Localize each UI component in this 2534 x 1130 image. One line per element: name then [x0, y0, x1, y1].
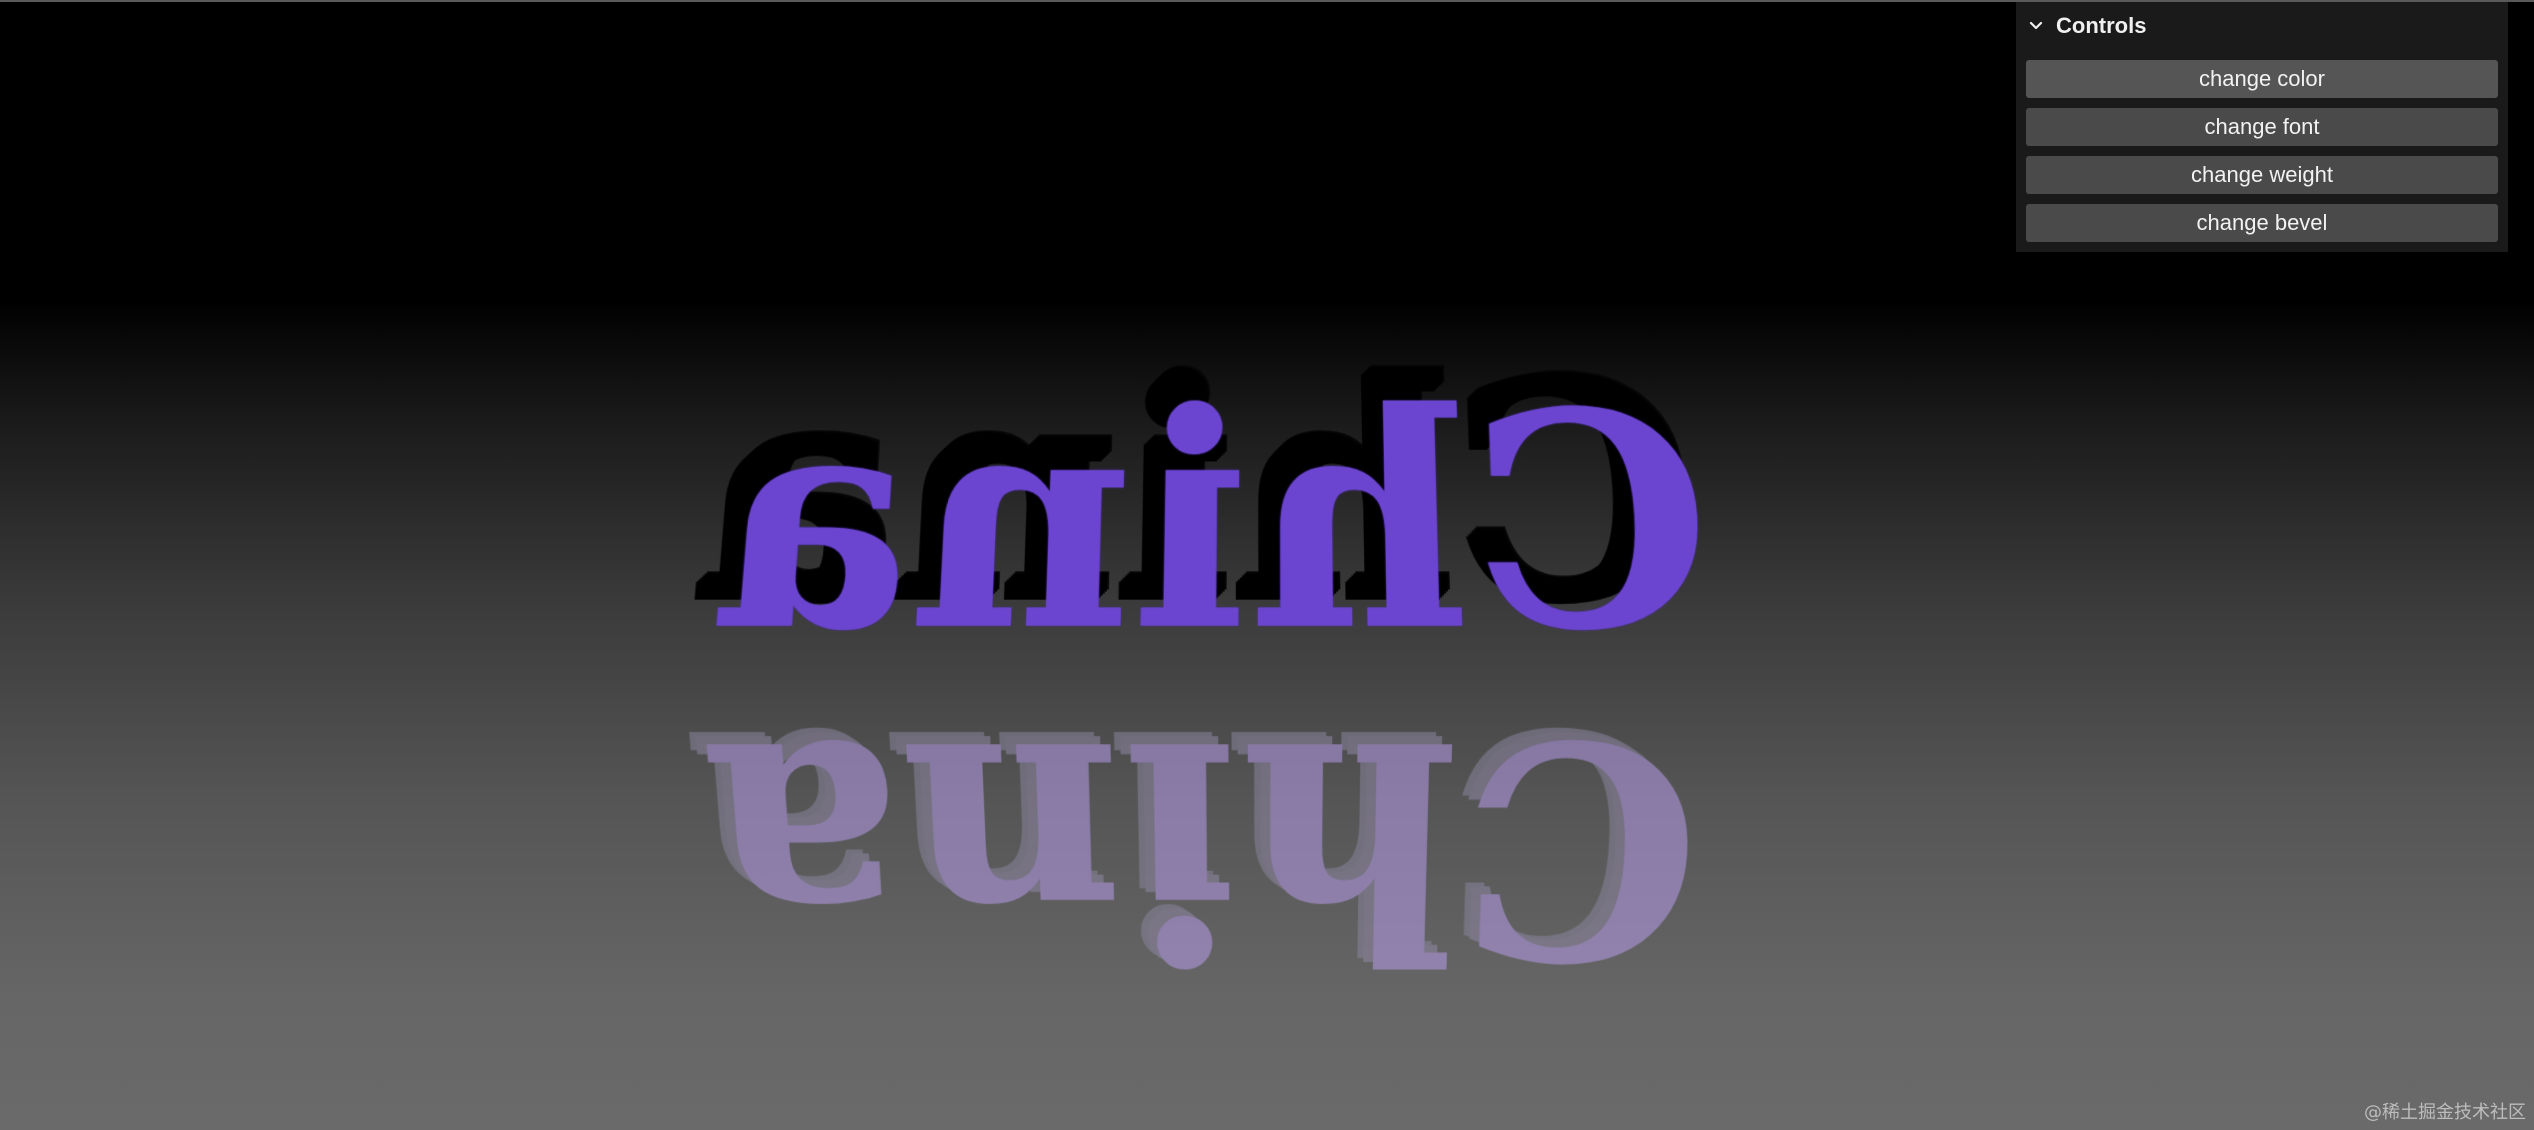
- change-bevel-button[interactable]: change bevel: [2026, 204, 2498, 242]
- change-font-button[interactable]: change font: [2026, 108, 2498, 146]
- text-3d-mesh: China China: [679, 323, 1722, 699]
- controls-panel: Controls change color change font change…: [2016, 2, 2508, 252]
- text-3d-face: China: [701, 349, 1723, 700]
- reflection-text: China: [691, 670, 1713, 1021]
- change-color-button[interactable]: change color: [2026, 60, 2498, 98]
- text-3d-reflection: China: [691, 671, 1712, 1021]
- chevron-down-icon[interactable]: [2026, 16, 2046, 36]
- webgl-canvas[interactable]: China China China Controls change color …: [0, 0, 2534, 1130]
- change-weight-button[interactable]: change weight: [2026, 156, 2498, 194]
- controls-header[interactable]: Controls: [2016, 2, 2508, 50]
- controls-button-list: change color change font change weight c…: [2026, 60, 2498, 252]
- watermark: @稀土掘金技术社区: [2364, 1102, 2526, 1123]
- controls-title: Controls: [2056, 13, 2147, 38]
